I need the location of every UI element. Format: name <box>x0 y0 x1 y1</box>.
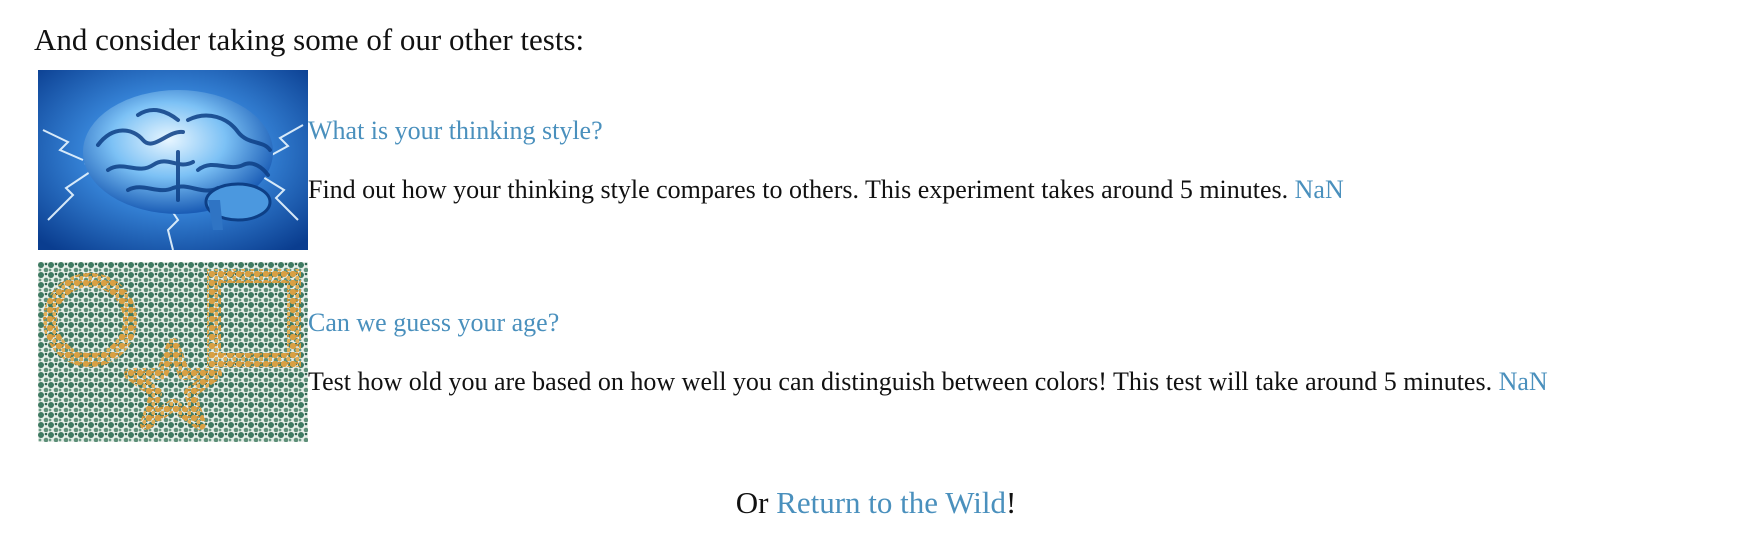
test-title-link[interactable]: Can we guess your age? <box>308 306 559 340</box>
test-title-link[interactable]: What is your thinking style? <box>308 114 603 148</box>
footer-suffix: ! <box>1005 485 1017 520</box>
footer-return: Or Return to the Wild! <box>0 483 1752 523</box>
test-description-text: Find out how your thinking style compare… <box>308 175 1289 204</box>
test-card-guess-age: Can we guess your age? Test how old you … <box>38 262 1738 442</box>
test-card-thinking-style: What is your thinking style? Find out ho… <box>38 70 1738 250</box>
test-nan-link[interactable]: NaN <box>1499 367 1548 396</box>
color-blindness-plate-image[interactable] <box>38 262 308 442</box>
test-description: Test how old you are based on how well y… <box>308 365 1548 399</box>
test-description: Find out how your thinking style compare… <box>308 173 1344 207</box>
section-heading: And consider taking some of our other te… <box>34 22 585 57</box>
footer-prefix: Or <box>735 485 777 520</box>
brain-lightning-image[interactable] <box>38 70 308 250</box>
return-to-wild-link[interactable]: Return to the Wild <box>776 485 1006 520</box>
test-nan-link[interactable]: NaN <box>1295 175 1344 204</box>
test-description-text: Test how old you are based on how well y… <box>308 367 1493 396</box>
